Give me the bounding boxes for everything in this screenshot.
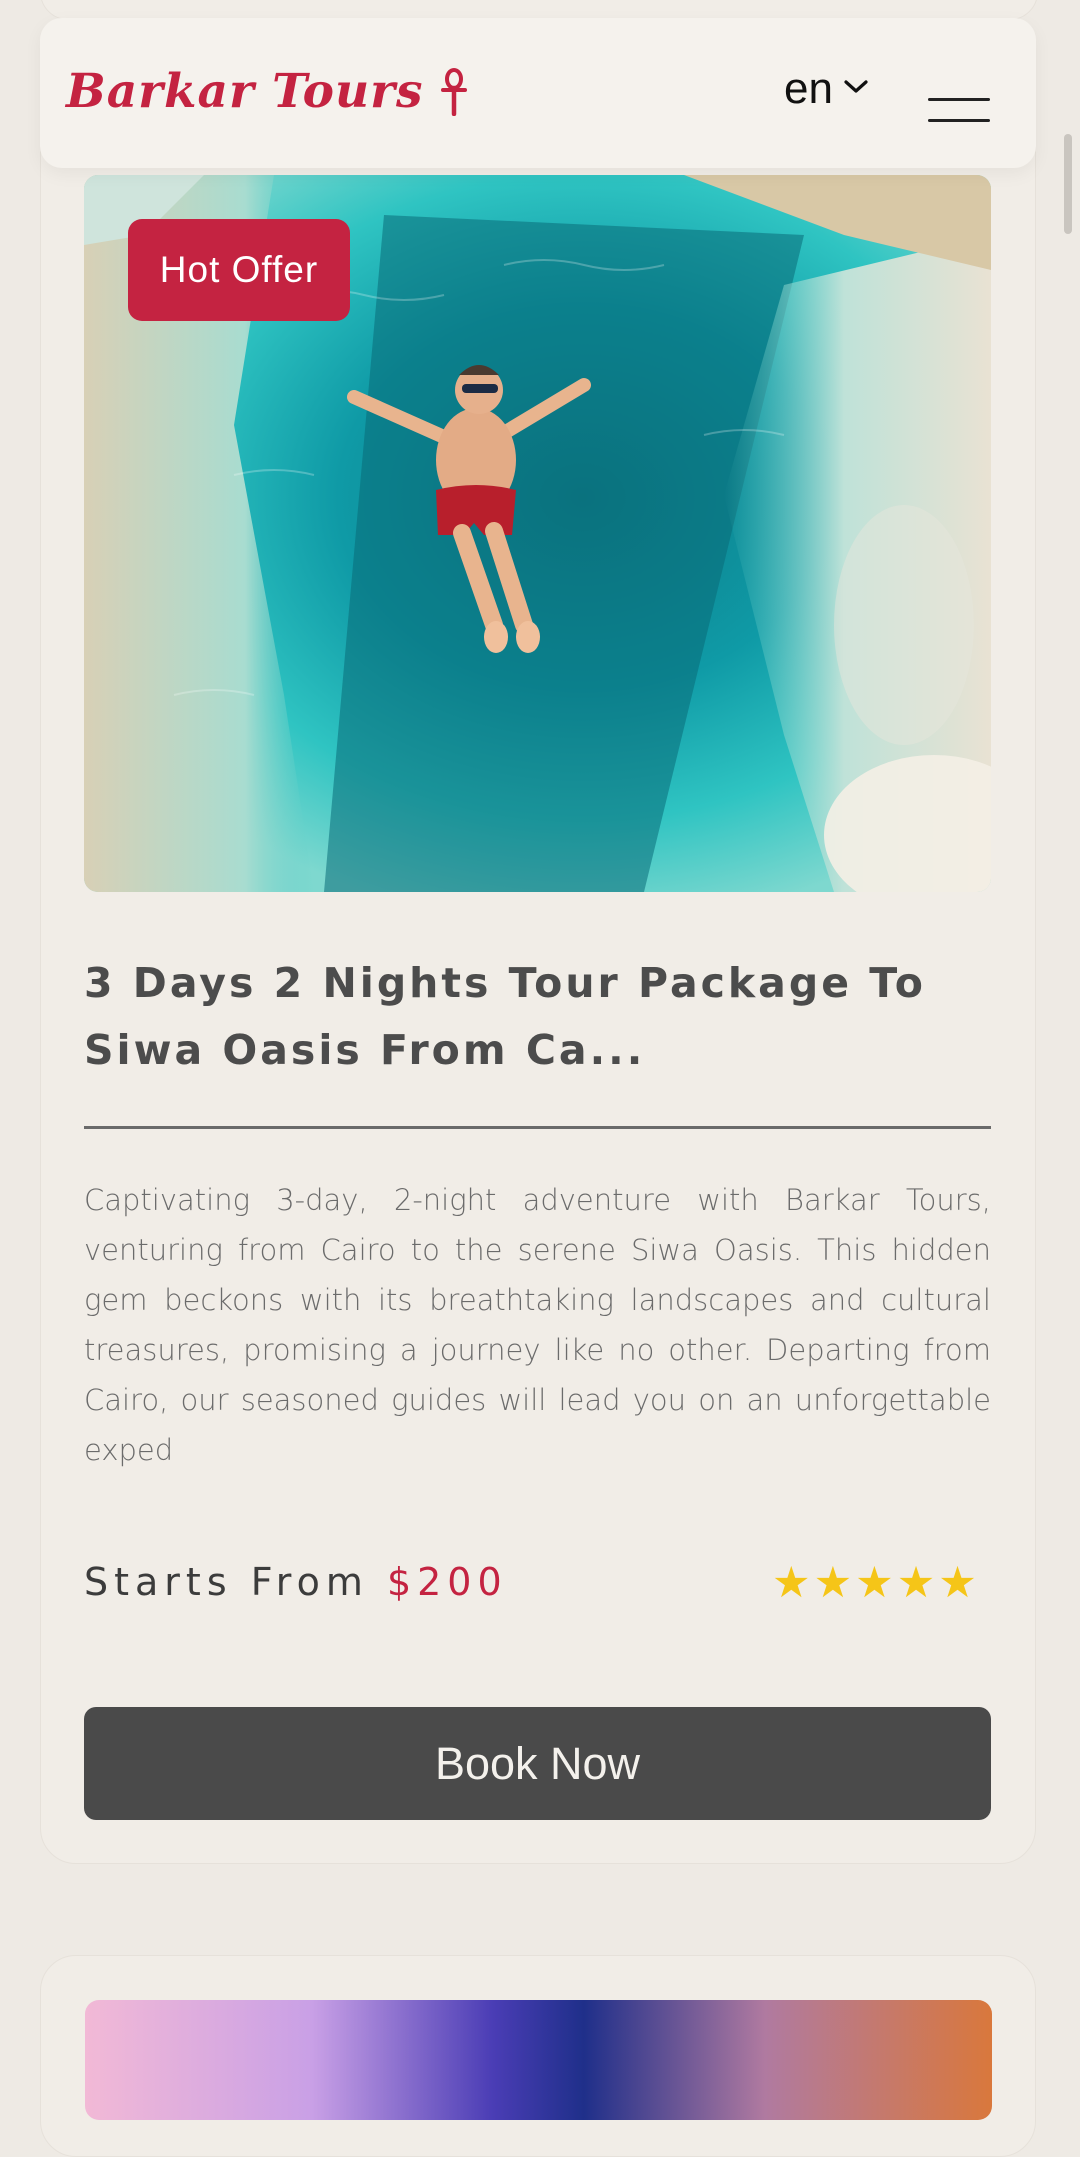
star-icon: ★: [813, 1558, 853, 1608]
ankh-icon: [441, 67, 468, 116]
title-divider: [84, 1126, 991, 1129]
hamburger-menu-icon[interactable]: [928, 98, 990, 124]
star-icon: ★: [896, 1558, 936, 1608]
price-row: Starts From $200: [84, 1560, 508, 1604]
chevron-down-icon: [843, 78, 869, 100]
previous-tour-card: [40, 0, 1038, 20]
page-scrollbar[interactable]: [1064, 134, 1072, 234]
price-label: Starts From: [84, 1560, 369, 1604]
star-icon: ★: [772, 1558, 811, 1608]
price-value: $200: [386, 1560, 508, 1604]
language-code: en: [784, 64, 833, 113]
star-rating: ★ ★ ★ ★ ★: [772, 1558, 977, 1608]
book-now-button[interactable]: Book Now: [84, 1707, 991, 1820]
next-tour-image[interactable]: [85, 2000, 992, 2120]
star-icon: ★: [855, 1558, 894, 1608]
tour-title[interactable]: 3 Days 2 Nights Tour Package To Siwa Oas…: [84, 950, 994, 1084]
star-icon: ★: [938, 1558, 977, 1608]
site-header: Barkar Tours en: [40, 18, 1036, 168]
tour-description: Captivating 3-day, 2-night adventure wit…: [84, 1183, 991, 1467]
language-selector[interactable]: en: [784, 64, 869, 114]
site-logo[interactable]: Barkar Tours: [66, 64, 468, 119]
logo-text: Barkar Tours: [66, 64, 424, 119]
next-tour-card: [40, 1955, 1036, 2157]
hot-offer-badge: Hot Offer: [128, 219, 350, 321]
